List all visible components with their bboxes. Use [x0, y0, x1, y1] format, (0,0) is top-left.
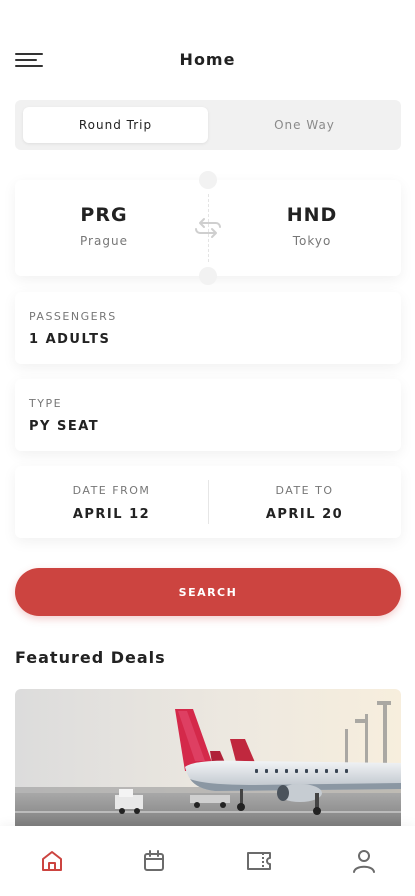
trip-type-toggle: Round Trip One Way [15, 100, 401, 150]
date-to-value: APRIL 20 [265, 507, 344, 522]
search-button[interactable]: SEARCH [15, 568, 401, 616]
seat-type-value: PY SEAT [29, 419, 100, 434]
seat-type-label: TYPE [29, 397, 63, 410]
destination-city: Tokyo [292, 234, 332, 248]
date-from-value: APRIL 12 [72, 507, 151, 522]
home-icon[interactable] [39, 848, 65, 874]
app-screen: Home Round Trip One Way PRG Prague HND T… [0, 0, 415, 896]
ticket-notch-top [199, 171, 217, 189]
page-title: Home [179, 50, 236, 69]
date-to-label: DATE TO [275, 484, 334, 497]
bottom-nav [0, 826, 415, 896]
date-to-field[interactable]: DATE TO APRIL 20 [208, 466, 401, 538]
destination-code: HND [286, 204, 338, 226]
header: Home [0, 40, 415, 80]
user-icon[interactable] [351, 848, 377, 874]
origin-airport[interactable]: PRG Prague [19, 204, 189, 248]
seat-type-field[interactable]: TYPE PY SEAT [15, 379, 401, 451]
dates-card: DATE FROM APRIL 12 DATE TO APRIL 20 [15, 466, 401, 538]
ticket-icon[interactable] [245, 848, 271, 874]
destination-airport[interactable]: HND Tokyo [227, 204, 397, 248]
swap-icon[interactable] [192, 214, 224, 242]
featured-deal-image[interactable] [15, 689, 401, 839]
origin-code: PRG [80, 204, 128, 226]
passengers-field[interactable]: PASSENGERS 1 ADULTS [15, 292, 401, 364]
date-from-label: DATE FROM [72, 484, 151, 497]
one-way-tab[interactable]: One Way [212, 107, 397, 143]
origin-city: Prague [80, 234, 128, 248]
calendar-icon[interactable] [141, 848, 167, 874]
featured-deals-title: Featured Deals [15, 648, 166, 667]
date-from-field[interactable]: DATE FROM APRIL 12 [15, 466, 208, 538]
passengers-value: 1 ADULTS [29, 332, 111, 347]
ticket-notch-bottom [199, 267, 217, 285]
route-card: PRG Prague HND Tokyo [15, 171, 401, 285]
round-trip-tab[interactable]: Round Trip [23, 107, 208, 143]
passengers-label: PASSENGERS [29, 310, 117, 323]
